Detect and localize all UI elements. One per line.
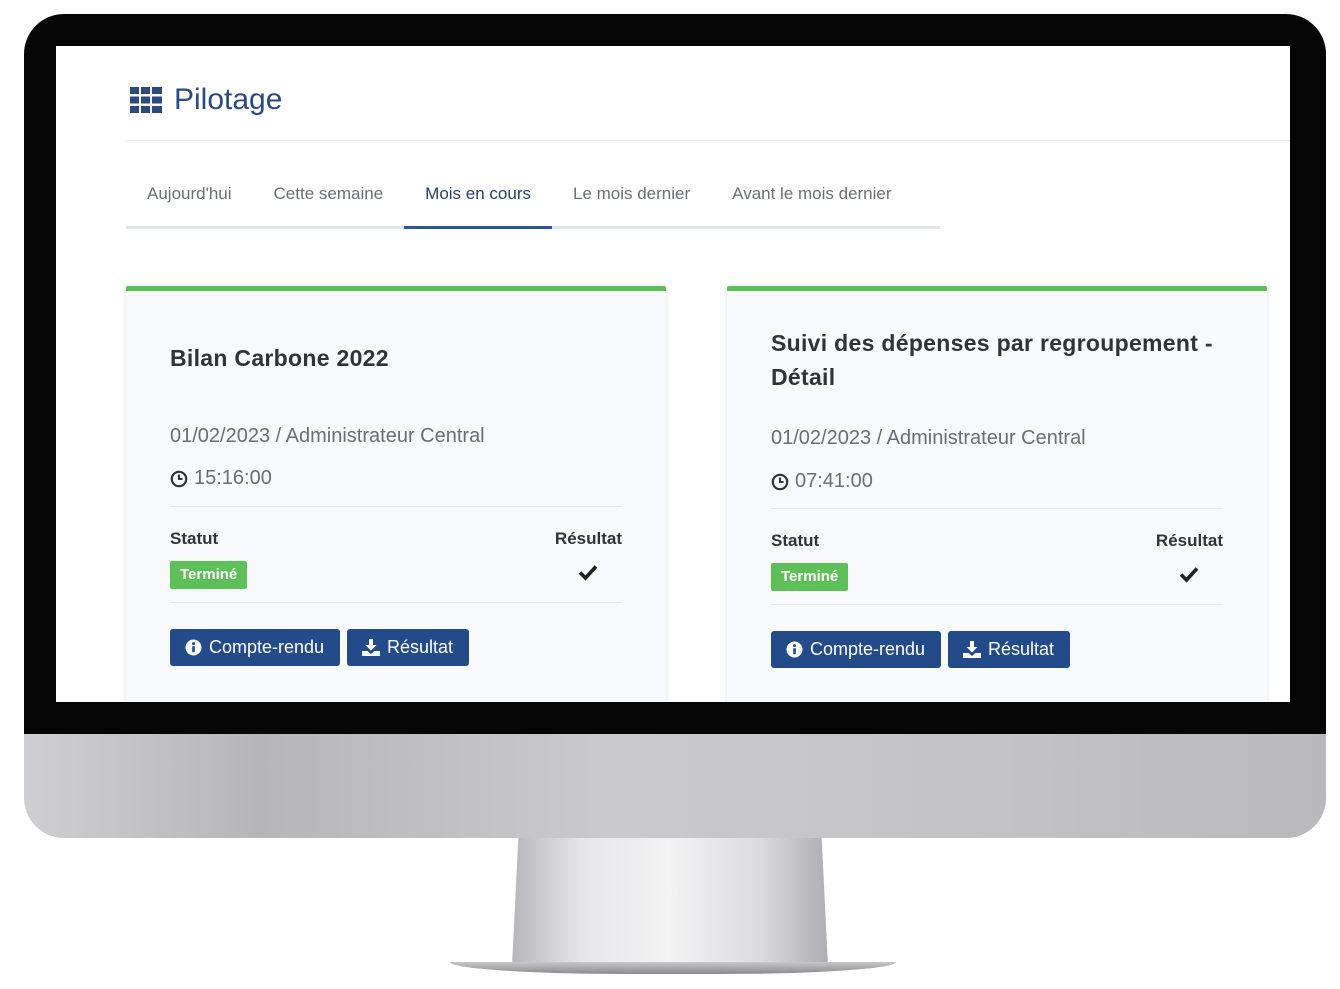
tab-this-week[interactable]: Cette semaine [253, 174, 405, 226]
report-button-label: Compte-rendu [810, 639, 926, 659]
page-header: Pilotage [126, 46, 1290, 141]
status-label: Statut [771, 531, 820, 550]
card-time-value: 07:41:00 [795, 470, 873, 492]
report-card: Bilan Carbone 2022 01/02/2023 / Administ… [126, 286, 666, 702]
clock-icon [771, 473, 789, 490]
status-badge: Terminé [771, 563, 849, 591]
page-title: Pilotage [174, 83, 283, 116]
monitor-stand [512, 838, 828, 966]
divider [170, 506, 622, 507]
download-icon [963, 641, 981, 658]
download-icon [362, 639, 380, 656]
check-icon [1179, 567, 1199, 583]
info-icon [185, 639, 202, 656]
status-badge: Terminé [170, 561, 248, 589]
result-button[interactable]: Résultat [347, 629, 469, 666]
card-time: 07:41:00 [771, 470, 873, 493]
grid-icon [130, 87, 162, 113]
result-button-label: Résultat [387, 637, 454, 657]
card-time: 15:16:00 [170, 467, 272, 490]
screen: Pilotage Aujourd'hui Cette semaine Mois … [56, 46, 1290, 702]
report-button-label: Compte-rendu [209, 637, 325, 657]
card-time-value: 15:16:00 [194, 467, 272, 489]
tab-before-last-month[interactable]: Avant le mois dernier [711, 174, 912, 226]
check-icon [578, 565, 598, 581]
card-meta: 01/02/2023 / Administrateur Central [771, 427, 1086, 449]
report-button[interactable]: Compte-rendu [771, 631, 941, 668]
result-button-label: Résultat [988, 639, 1055, 659]
card-title: Suivi des dépenses par regroupement - Dé… [771, 330, 1213, 390]
result-label: Résultat [554, 529, 622, 548]
tab-current-month[interactable]: Mois en cours [404, 174, 552, 229]
status-label: Statut [170, 529, 219, 548]
report-card: Suivi des dépenses par regroupement - Dé… [727, 286, 1267, 702]
result-label: Résultat [1155, 531, 1223, 550]
tab-today[interactable]: Aujourd'hui [126, 174, 253, 226]
tab-last-month[interactable]: Le mois dernier [552, 174, 711, 226]
divider [771, 508, 1223, 509]
divider [771, 604, 1223, 605]
monitor-chin [24, 734, 1326, 838]
report-button[interactable]: Compte-rendu [170, 629, 340, 666]
period-tabs: Aujourd'hui Cette semaine Mois en cours … [126, 174, 940, 229]
info-icon [786, 641, 803, 658]
clock-icon [170, 470, 188, 487]
card-title: Bilan Carbone 2022 [170, 345, 389, 371]
monitor-base [450, 962, 896, 974]
divider [170, 602, 622, 603]
card-meta: 01/02/2023 / Administrateur Central [170, 425, 485, 447]
result-button[interactable]: Résultat [948, 631, 1070, 668]
